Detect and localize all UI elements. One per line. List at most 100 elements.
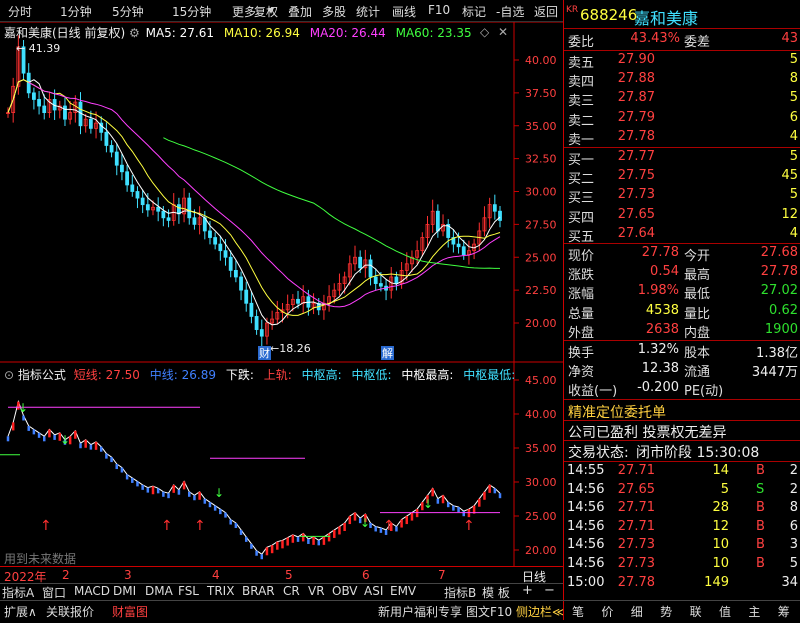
sell-price: 27.87 bbox=[617, 90, 655, 106]
tick-row: 14:56 27.73 10 B 3 bbox=[564, 537, 800, 556]
banner-text[interactable]: 精准定位委托单 bbox=[568, 402, 666, 422]
stat-label: 今开 bbox=[684, 249, 711, 264]
f10-text-button[interactable]: 图文F10 bbox=[466, 603, 512, 620]
detail-tab[interactable]: 势 bbox=[653, 603, 679, 620]
tab-asi[interactable]: ASI bbox=[364, 584, 383, 598]
tick-count: 8 bbox=[789, 500, 798, 516]
detail-tab[interactable]: 价 bbox=[594, 603, 620, 620]
period-tab-1min[interactable]: 1分钟 bbox=[60, 3, 92, 20]
detail-tab[interactable]: 联 bbox=[683, 603, 709, 620]
draw-line-button[interactable]: 画线 bbox=[392, 3, 416, 20]
up-arrow-icon: ↑ bbox=[463, 518, 475, 534]
candle-body bbox=[63, 105, 67, 120]
tab-dmi[interactable]: DMI bbox=[113, 584, 136, 598]
promo-banner[interactable]: 精准定位委托单 bbox=[564, 402, 800, 421]
detail-tab[interactable]: 主 bbox=[741, 603, 767, 620]
tab-fsl[interactable]: FSL bbox=[178, 584, 199, 598]
detail-tab[interactable]: 细 bbox=[624, 603, 650, 620]
tick-price: 27.65 bbox=[617, 481, 655, 497]
stock-header: KR 688246 嘉和美康 bbox=[564, 4, 800, 28]
tick-price: 27.71 bbox=[617, 463, 655, 478]
tab-emv[interactable]: EMV bbox=[390, 584, 416, 598]
indicator-title[interactable]: 指标公式 bbox=[18, 368, 66, 382]
minus-icon[interactable]: − bbox=[544, 583, 555, 598]
chart-title[interactable]: 嘉和美康(日线 前复权) bbox=[4, 26, 125, 40]
detail-tab[interactable]: 值 bbox=[712, 603, 738, 620]
sell-volume: 5 bbox=[789, 90, 798, 106]
add-icon[interactable]: + bbox=[522, 583, 533, 598]
stat-row: 现价 27.78 今开 27.68 bbox=[564, 245, 800, 264]
buy-row[interactable]: 买二 27.75 45 bbox=[564, 168, 800, 187]
x-axis: 2022年 2 3 4 5 6 7 日线 bbox=[0, 566, 563, 584]
expand-button[interactable]: 扩展∧ bbox=[4, 603, 37, 620]
tick-price: 27.71 bbox=[617, 500, 655, 516]
back-button[interactable]: 返回 bbox=[534, 3, 558, 20]
tick-volume: 149 bbox=[704, 574, 729, 590]
badge-text: 解 bbox=[382, 346, 393, 360]
candle-body bbox=[125, 171, 130, 186]
tab-indicator-a[interactable]: 指标A bbox=[2, 584, 34, 601]
chevron-down-icon[interactable]: ⊙ bbox=[4, 368, 14, 382]
detail-tab[interactable]: 筹 bbox=[771, 603, 797, 620]
info-text: 公司已盈利 投票权无差异 bbox=[568, 425, 727, 441]
tab-trix[interactable]: TRIX bbox=[207, 584, 234, 598]
related-quotes-button[interactable]: 关联报价 bbox=[46, 603, 94, 620]
stat-value: 1.98% bbox=[637, 283, 679, 299]
buy-row[interactable]: 买一 27.77 5 bbox=[564, 149, 800, 168]
tab-indicator-b[interactable]: 指标B bbox=[444, 584, 476, 601]
period-tab-fenshi[interactable]: 分时 bbox=[8, 3, 32, 20]
candle-body bbox=[104, 131, 109, 146]
period-more-button[interactable]: 更多 bbox=[232, 3, 256, 20]
candle-body bbox=[37, 99, 41, 107]
buy-row[interactable]: 买三 27.73 5 bbox=[564, 187, 800, 206]
x-label: 6 bbox=[362, 568, 370, 582]
indicator-item: 中枢最高: bbox=[401, 368, 454, 382]
buy-price: 27.77 bbox=[617, 149, 655, 164]
stats-button[interactable]: 统计 bbox=[356, 3, 380, 20]
overlay-button[interactable]: 叠加 bbox=[288, 3, 312, 20]
tab-window[interactable]: 窗口 bbox=[42, 584, 66, 601]
wealth-chart-button[interactable]: 财富图 bbox=[112, 603, 148, 620]
sell-volume: 5 bbox=[789, 52, 798, 67]
buy-price: 27.65 bbox=[617, 206, 655, 222]
kline-chart-area[interactable]: 40.00 37.50 35.00 32.50 30.00 27.50 25.00 22.50… bbox=[0, 0, 563, 620]
mark-button[interactable]: 标记 bbox=[462, 3, 486, 20]
indicator-tabs: 指标A 窗口 MACD DMI DMA FSL TRIX BRAR CR VR … bbox=[0, 583, 563, 600]
buy-volume: 12 bbox=[781, 206, 798, 222]
sell-row[interactable]: 卖三 27.87 5 bbox=[564, 90, 800, 109]
f10-button[interactable]: F10 bbox=[428, 3, 450, 17]
tick-volume: 10 bbox=[712, 537, 729, 553]
gear-icon[interactable]: ⚙ bbox=[129, 26, 140, 40]
sidebar-toggle-button[interactable]: 侧边栏≪ bbox=[516, 603, 565, 620]
tick-volume: 10 bbox=[712, 556, 729, 571]
period-tab-5min[interactable]: 5分钟 bbox=[112, 3, 144, 20]
stat-label: PE(动) bbox=[684, 384, 724, 399]
down-arrow-icon: ↓ bbox=[214, 486, 224, 500]
diamond-icon[interactable]: ◇ bbox=[480, 25, 489, 39]
tick-row: 14:55 27.71 14 B 2 bbox=[564, 463, 800, 482]
tab-macd[interactable]: MACD bbox=[74, 584, 110, 598]
sell-row[interactable]: 卖四 27.88 8 bbox=[564, 71, 800, 90]
period-tab-15min[interactable]: 15分钟 bbox=[172, 3, 211, 20]
remove-watchlist-button[interactable]: -自选 bbox=[496, 3, 524, 20]
tab-dma[interactable]: DMA bbox=[145, 584, 173, 598]
sell-row[interactable]: 卖五 27.90 5 bbox=[564, 52, 800, 71]
buy-row[interactable]: 买五 27.64 4 bbox=[564, 226, 800, 245]
fuquan-button[interactable]: 复权 bbox=[254, 3, 278, 20]
close-icon[interactable]: ✕ bbox=[498, 25, 508, 39]
tab-brar[interactable]: BRAR bbox=[242, 584, 275, 598]
new-user-benefit-link[interactable]: 新用户福利专享 bbox=[378, 603, 462, 620]
sell-row[interactable]: 卖一 27.78 4 bbox=[564, 129, 800, 148]
stat-value: 0.54 bbox=[650, 264, 679, 280]
tab-obv[interactable]: OBV bbox=[332, 584, 358, 598]
tab-vr[interactable]: VR bbox=[308, 584, 325, 598]
tab-cr[interactable]: CR bbox=[283, 584, 300, 598]
tab-template[interactable]: 模 板 bbox=[482, 584, 510, 601]
candle-body bbox=[296, 298, 300, 304]
multi-stock-button[interactable]: 多股 bbox=[322, 3, 346, 20]
buy-row[interactable]: 买四 27.65 12 bbox=[564, 207, 800, 226]
detail-tab[interactable]: 笔 bbox=[565, 603, 591, 620]
kline-svg[interactable]: 40.00 37.50 35.00 32.50 30.00 27.50 25.00 22.50… bbox=[0, 0, 563, 620]
period-toolbar: 分时 1分钟 5分钟 15分钟 更多 ▾ 复权 叠加 多股 统计 画线 F10 … bbox=[0, 0, 563, 22]
sell-row[interactable]: 卖二 27.79 6 bbox=[564, 110, 800, 129]
